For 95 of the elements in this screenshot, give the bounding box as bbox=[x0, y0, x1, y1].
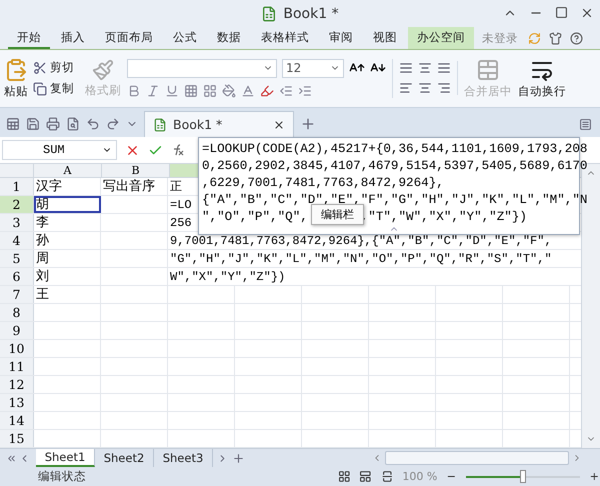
spreadsheet-icon bbox=[153, 118, 167, 132]
table-cell: 9,7001,7481,7763,8472,9264},{"A","B","C","D","E","F", bbox=[170, 234, 552, 248]
page-layout-icon[interactable] bbox=[359, 470, 372, 484]
row-header[interactable]: 6 bbox=[0, 268, 34, 286]
scissors-icon bbox=[33, 60, 47, 75]
cut-button[interactable]: 剪切 bbox=[33, 60, 74, 76]
status-text: 编辑状态 bbox=[38, 469, 87, 484]
align-left-icon[interactable] bbox=[399, 81, 413, 96]
table-cell: 写出音序 bbox=[103, 179, 155, 194]
row-header[interactable]: 11 bbox=[0, 358, 34, 376]
maximize-icon[interactable] bbox=[555, 6, 568, 19]
table-cell: 正 bbox=[170, 180, 182, 194]
zoom-level: 100 % bbox=[402, 470, 438, 484]
copy-button[interactable]: 复制 bbox=[33, 81, 74, 96]
help-icon[interactable] bbox=[570, 32, 583, 45]
table-cell: W","X","Y","Z"}) bbox=[170, 270, 286, 284]
paintbrush-icon bbox=[92, 58, 114, 81]
sheet-tab[interactable]: Sheet1 bbox=[36, 449, 95, 468]
row-header[interactable]: 8 bbox=[0, 304, 34, 322]
formula-text: ,6229,7001,7481,7763,8472,9264}, bbox=[202, 175, 444, 192]
column-header[interactable]: A bbox=[34, 164, 102, 178]
menu-tab[interactable]: 表格样式 bbox=[252, 27, 318, 49]
row-header[interactable]: 10 bbox=[0, 340, 34, 358]
row-header[interactable]: 5 bbox=[0, 250, 34, 268]
align-right-icon[interactable] bbox=[437, 81, 451, 96]
formula-text: ","O","P","Q", bbox=[202, 209, 308, 226]
shirt-icon[interactable] bbox=[549, 32, 562, 45]
table-cell: 刘 bbox=[36, 269, 49, 284]
first-sheet-icon[interactable] bbox=[6, 452, 17, 464]
tooltip: 编辑栏 bbox=[311, 204, 364, 226]
save-icon[interactable] bbox=[26, 117, 40, 132]
table-cell: 胡 bbox=[36, 197, 49, 212]
menu-tab[interactable]: 视图 bbox=[364, 27, 406, 49]
menu-tab[interactable]: 数据 bbox=[208, 27, 250, 49]
underline-icon[interactable] bbox=[165, 84, 179, 98]
redo-icon[interactable] bbox=[106, 117, 120, 132]
row-header[interactable]: 4 bbox=[0, 232, 34, 250]
table-cell: 王 bbox=[36, 287, 49, 302]
menu-tab[interactable]: 审阅 bbox=[320, 27, 362, 49]
normal-view-icon[interactable] bbox=[338, 470, 350, 484]
preview-icon[interactable] bbox=[66, 117, 80, 132]
row-header[interactable]: 14 bbox=[0, 412, 34, 430]
formula-text: 0,2560,2902,3845,4107,4679,5154,5397,5405,5689,6170 bbox=[202, 158, 588, 176]
row-header[interactable]: 7 bbox=[0, 286, 34, 304]
print-icon[interactable] bbox=[46, 117, 60, 132]
formula-text: =LOOKUP(CODE(A2),45217+{0,36,544,1101,1609,1793,208 bbox=[202, 141, 588, 158]
options-icon[interactable] bbox=[579, 118, 592, 131]
spreadsheet-icon[interactable] bbox=[6, 117, 20, 132]
table-cell: 孙 bbox=[36, 233, 49, 248]
row-header[interactable]: 15 bbox=[0, 430, 34, 448]
row-header[interactable]: 12 bbox=[0, 376, 34, 394]
font-color-icon[interactable] bbox=[241, 84, 255, 98]
fill-color-icon[interactable] bbox=[222, 84, 236, 98]
add-sheet-icon[interactable] bbox=[232, 452, 245, 465]
align-middle-icon[interactable] bbox=[418, 61, 432, 76]
row-header[interactable]: 13 bbox=[0, 394, 34, 412]
menu-tab[interactable]: 插入 bbox=[52, 27, 94, 49]
spreadsheet-icon bbox=[261, 6, 278, 22]
menu-tab[interactable]: 页面布局 bbox=[96, 27, 162, 49]
row-header[interactable]: 9 bbox=[0, 322, 34, 340]
menu-tab[interactable]: 办公空间 bbox=[408, 27, 474, 49]
name-box[interactable]: SUM bbox=[2, 140, 117, 160]
undo-icon[interactable] bbox=[86, 117, 100, 132]
highlighter-icon[interactable] bbox=[260, 84, 274, 98]
align-center-icon[interactable] bbox=[418, 81, 432, 96]
wrap-text-button[interactable]: 自动换行 bbox=[518, 58, 566, 99]
table-cell: 周 bbox=[36, 251, 49, 266]
paste-button[interactable]: 粘贴 bbox=[4, 58, 28, 99]
zoom-in-icon[interactable] bbox=[589, 471, 600, 482]
font-name-field[interactable] bbox=[127, 58, 277, 78]
row-header[interactable]: 1 bbox=[0, 178, 34, 196]
indent-decrease-icon[interactable] bbox=[279, 84, 293, 98]
bold-icon[interactable] bbox=[127, 84, 141, 98]
table-cell: "G","H","J","K","L","M","N","O","P","Q","R","S","T"," bbox=[170, 252, 552, 266]
italic-icon[interactable] bbox=[146, 84, 160, 98]
close-icon[interactable] bbox=[580, 6, 594, 20]
column-header[interactable] bbox=[170, 164, 201, 178]
clipboard-icon bbox=[4, 58, 28, 82]
row-header[interactable]: 2 bbox=[0, 196, 34, 214]
copy-icon bbox=[33, 82, 47, 96]
row-header[interactable]: 3 bbox=[0, 214, 34, 232]
table-cell: 256 bbox=[170, 216, 192, 230]
table-cell: =LO bbox=[170, 198, 192, 212]
document-tab[interactable]: Book1 * bbox=[144, 111, 294, 138]
function-icon[interactable] bbox=[171, 143, 185, 158]
table-cell: 汉字 bbox=[36, 179, 62, 194]
merge-cells-icon bbox=[476, 58, 500, 82]
horizontal-scrollbar[interactable] bbox=[385, 451, 569, 466]
window-title: Book1 * bbox=[283, 6, 339, 22]
table-cell: 李 bbox=[36, 215, 49, 230]
indent-increase-icon[interactable] bbox=[298, 84, 312, 98]
border-icon[interactable] bbox=[184, 84, 198, 98]
menu-tab[interactable]: 公式 bbox=[164, 27, 206, 49]
font-size-field[interactable]: 12 bbox=[282, 58, 344, 78]
close-icon[interactable] bbox=[273, 118, 285, 131]
